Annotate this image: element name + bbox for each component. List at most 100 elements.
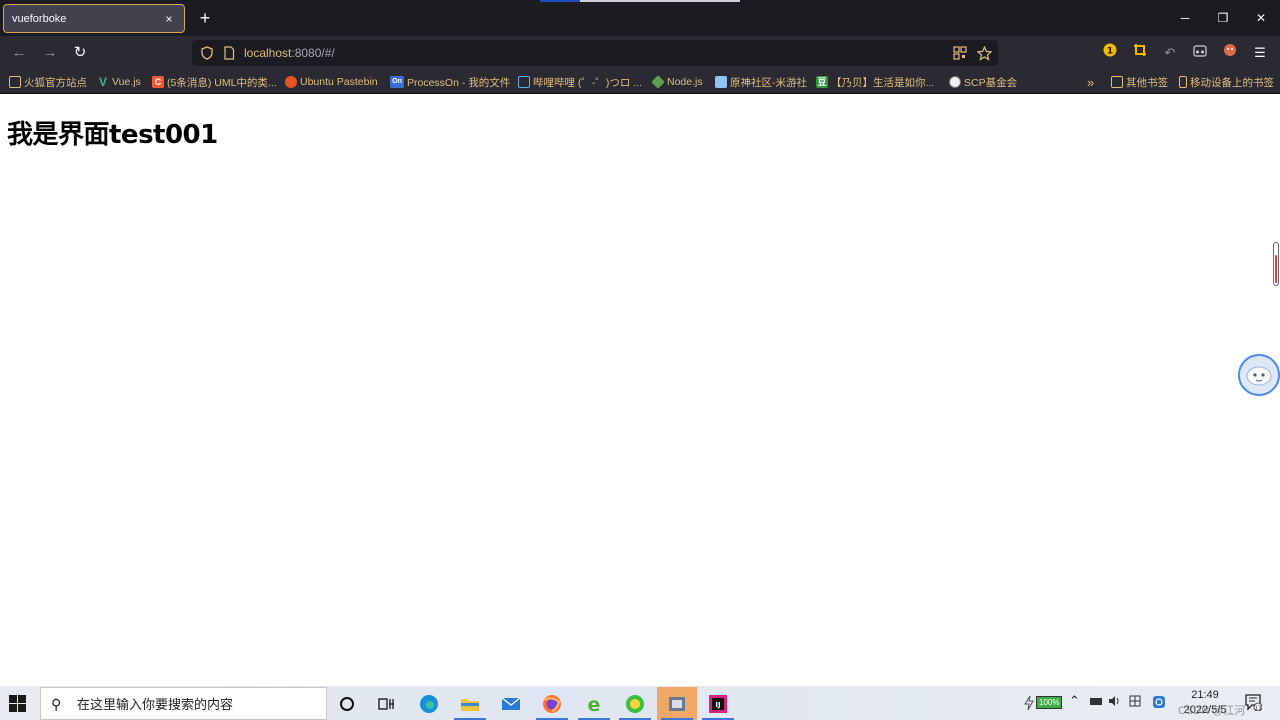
image-viewer-icon[interactable] (657, 687, 697, 720)
windows-start-button[interactable] (8, 694, 28, 714)
other-bookmarks-folder[interactable]: 其他书签 (1111, 74, 1168, 90)
mascot-extension-icon[interactable] (1220, 43, 1240, 63)
mobile-device-icon (1179, 76, 1187, 88)
shield-icon[interactable] (200, 46, 214, 60)
bookmark-label: Vue.js (112, 76, 141, 88)
navigation-toolbar: ← → ↻ localhost :8080/#/ 1 ↶ ☰ (0, 36, 1280, 70)
taskbar-search-input[interactable]: ⚲ 在这里输入你要搜索的内容 (40, 687, 327, 720)
mobile-bookmarks-folder[interactable]: 移动设备上的书签 (1179, 74, 1274, 90)
bookmark-label: 哔哩哔哩 (゜-゜)つロ ... (533, 76, 643, 89)
bookmarks-toolbar: 火狐官方站点 V Vue.js C (5条消息) UML中的类... Ubunt… (0, 70, 1280, 94)
intellij-idea-icon[interactable]: IJ (698, 687, 738, 720)
scp-icon (949, 76, 961, 88)
input-method-icon[interactable] (1129, 695, 1141, 710)
page-heading: 我是界面test001 (7, 120, 218, 150)
battery-percentage: 100% (1036, 696, 1063, 709)
bookmark-label: 【乃贝】生活是如你... (831, 76, 935, 89)
reload-button[interactable]: ↻ (69, 43, 91, 63)
action-center-button[interactable]: 13 (1244, 693, 1263, 714)
bookmark-label: SCP基金会 (964, 76, 1018, 89)
progress-line (540, 0, 740, 2)
volume-icon[interactable] (1108, 695, 1122, 710)
bookmark-item[interactable]: On ProcessOn - 我的文件 (390, 74, 510, 90)
page-info-icon[interactable] (223, 46, 235, 60)
extension-badge-icon[interactable]: 1 (1100, 43, 1120, 63)
floating-assistant-avatar[interactable] (1238, 354, 1280, 396)
bookmark-label: 火狐官方站点 (24, 76, 87, 89)
bookmark-label: Node.js (667, 76, 703, 88)
bookmark-label: 原神社区-米游社 (730, 76, 807, 89)
undo-close-tab-icon[interactable]: ↶ (1160, 43, 1180, 63)
crop-extension-icon[interactable] (1130, 43, 1150, 63)
bookmark-item[interactable]: 哔哩哔哩 (゜-゜)つロ ... (518, 74, 642, 90)
side-scroll-indicator[interactable] (1273, 242, 1279, 286)
minimize-button[interactable]: ─ (1176, 9, 1194, 27)
task-view-icon[interactable] (367, 687, 407, 720)
browser-titlebar: vueforboke × + ─ ❐ ✕ (0, 0, 1280, 36)
bookmark-label: 其他书签 (1126, 76, 1168, 89)
restore-button[interactable]: ❐ (1214, 9, 1232, 27)
bookmark-star-icon[interactable] (977, 45, 992, 61)
browser-tab[interactable]: vueforboke × (3, 4, 185, 33)
clock-time: 21:49 (1191, 689, 1219, 701)
miyoushe-icon (715, 76, 727, 88)
bookmark-item[interactable]: Node.js (651, 74, 703, 90)
file-explorer-icon[interactable] (450, 687, 490, 720)
qq-browser-icon[interactable] (615, 687, 655, 720)
bookmark-label: ProcessOn - 我的文件 (407, 76, 511, 89)
svg-text:e: e (588, 694, 601, 714)
bookmark-item[interactable]: Ubuntu Pastebin (285, 74, 378, 90)
firefox-icon[interactable] (532, 687, 572, 720)
back-button[interactable]: ← (8, 43, 30, 63)
url-path: :8080/#/ (291, 46, 335, 60)
bookmark-label: Ubuntu Pastebin (300, 76, 378, 88)
windows-taskbar: ⚲ 在这里输入你要搜索的内容 e IJ 100% ⌃ 21:49 2022/5/… (0, 686, 1280, 720)
edge-browser-icon[interactable] (409, 687, 449, 720)
reader-view-icon[interactable] (1190, 43, 1210, 63)
forward-button[interactable]: → (39, 43, 61, 63)
cortana-icon[interactable] (327, 687, 367, 720)
bookmark-item[interactable]: C (5条消息) UML中的类... (152, 74, 277, 90)
csdn-icon: C (152, 76, 164, 88)
bookmark-label: 移动设备上的书签 (1190, 76, 1274, 89)
close-window-button[interactable]: ✕ (1252, 9, 1270, 27)
chevrons-right-icon: » (1087, 74, 1095, 90)
svg-text:IJ: IJ (715, 701, 720, 709)
mail-icon[interactable] (491, 687, 531, 720)
qq-tray-icon[interactable] (1152, 695, 1166, 712)
ubuntu-icon (285, 76, 297, 88)
qr-code-icon[interactable] (953, 46, 967, 60)
new-tab-button[interactable]: + (195, 8, 215, 28)
processon-icon: On (390, 76, 404, 88)
ie-browser-icon[interactable]: e (574, 687, 614, 720)
power-lightning-icon (1024, 695, 1034, 714)
bookmark-item[interactable]: 原神社区-米游社 (715, 74, 807, 90)
battery-indicator[interactable]: 100% (1036, 696, 1063, 709)
page-viewport: 我是界面test001 (0, 94, 1280, 686)
bookmark-item[interactable]: SCP基金会 (949, 74, 1017, 90)
bookmark-item[interactable]: 火狐官方站点 (9, 74, 87, 90)
folder-icon (9, 76, 21, 88)
svg-text:1: 1 (1107, 47, 1113, 57)
notification-count: 13 (1255, 705, 1262, 711)
url-host: localhost (244, 46, 292, 60)
tab-close-button[interactable]: × (162, 12, 176, 26)
tab-title: vueforboke (12, 12, 67, 25)
network-icon[interactable] (1089, 695, 1103, 710)
node-icon (651, 75, 665, 89)
show-hidden-icons-chevron-icon[interactable]: ⌃ (1069, 693, 1080, 709)
csdn-watermark: CSDN @江河 (1178, 705, 1246, 717)
bookmark-item[interactable]: V Vue.js (97, 74, 141, 90)
url-bar[interactable]: localhost :8080/#/ (192, 40, 998, 66)
douban-icon: 豆 (816, 76, 828, 88)
notification-icon: 13 (1245, 694, 1263, 712)
menu-hamburger-icon[interactable]: ☰ (1250, 43, 1270, 63)
bookmark-label: (5条消息) UML中的类... (167, 76, 277, 89)
vue-icon: V (98, 75, 107, 89)
bookmarks-overflow-button[interactable]: » (1087, 74, 1094, 90)
folder-icon (1111, 76, 1123, 88)
bilibili-icon (518, 76, 530, 88)
bookmark-item[interactable]: 豆 【乃贝】生活是如你... (816, 74, 934, 90)
robot-face-icon (1246, 366, 1272, 386)
search-icon: ⚲ (51, 695, 62, 712)
